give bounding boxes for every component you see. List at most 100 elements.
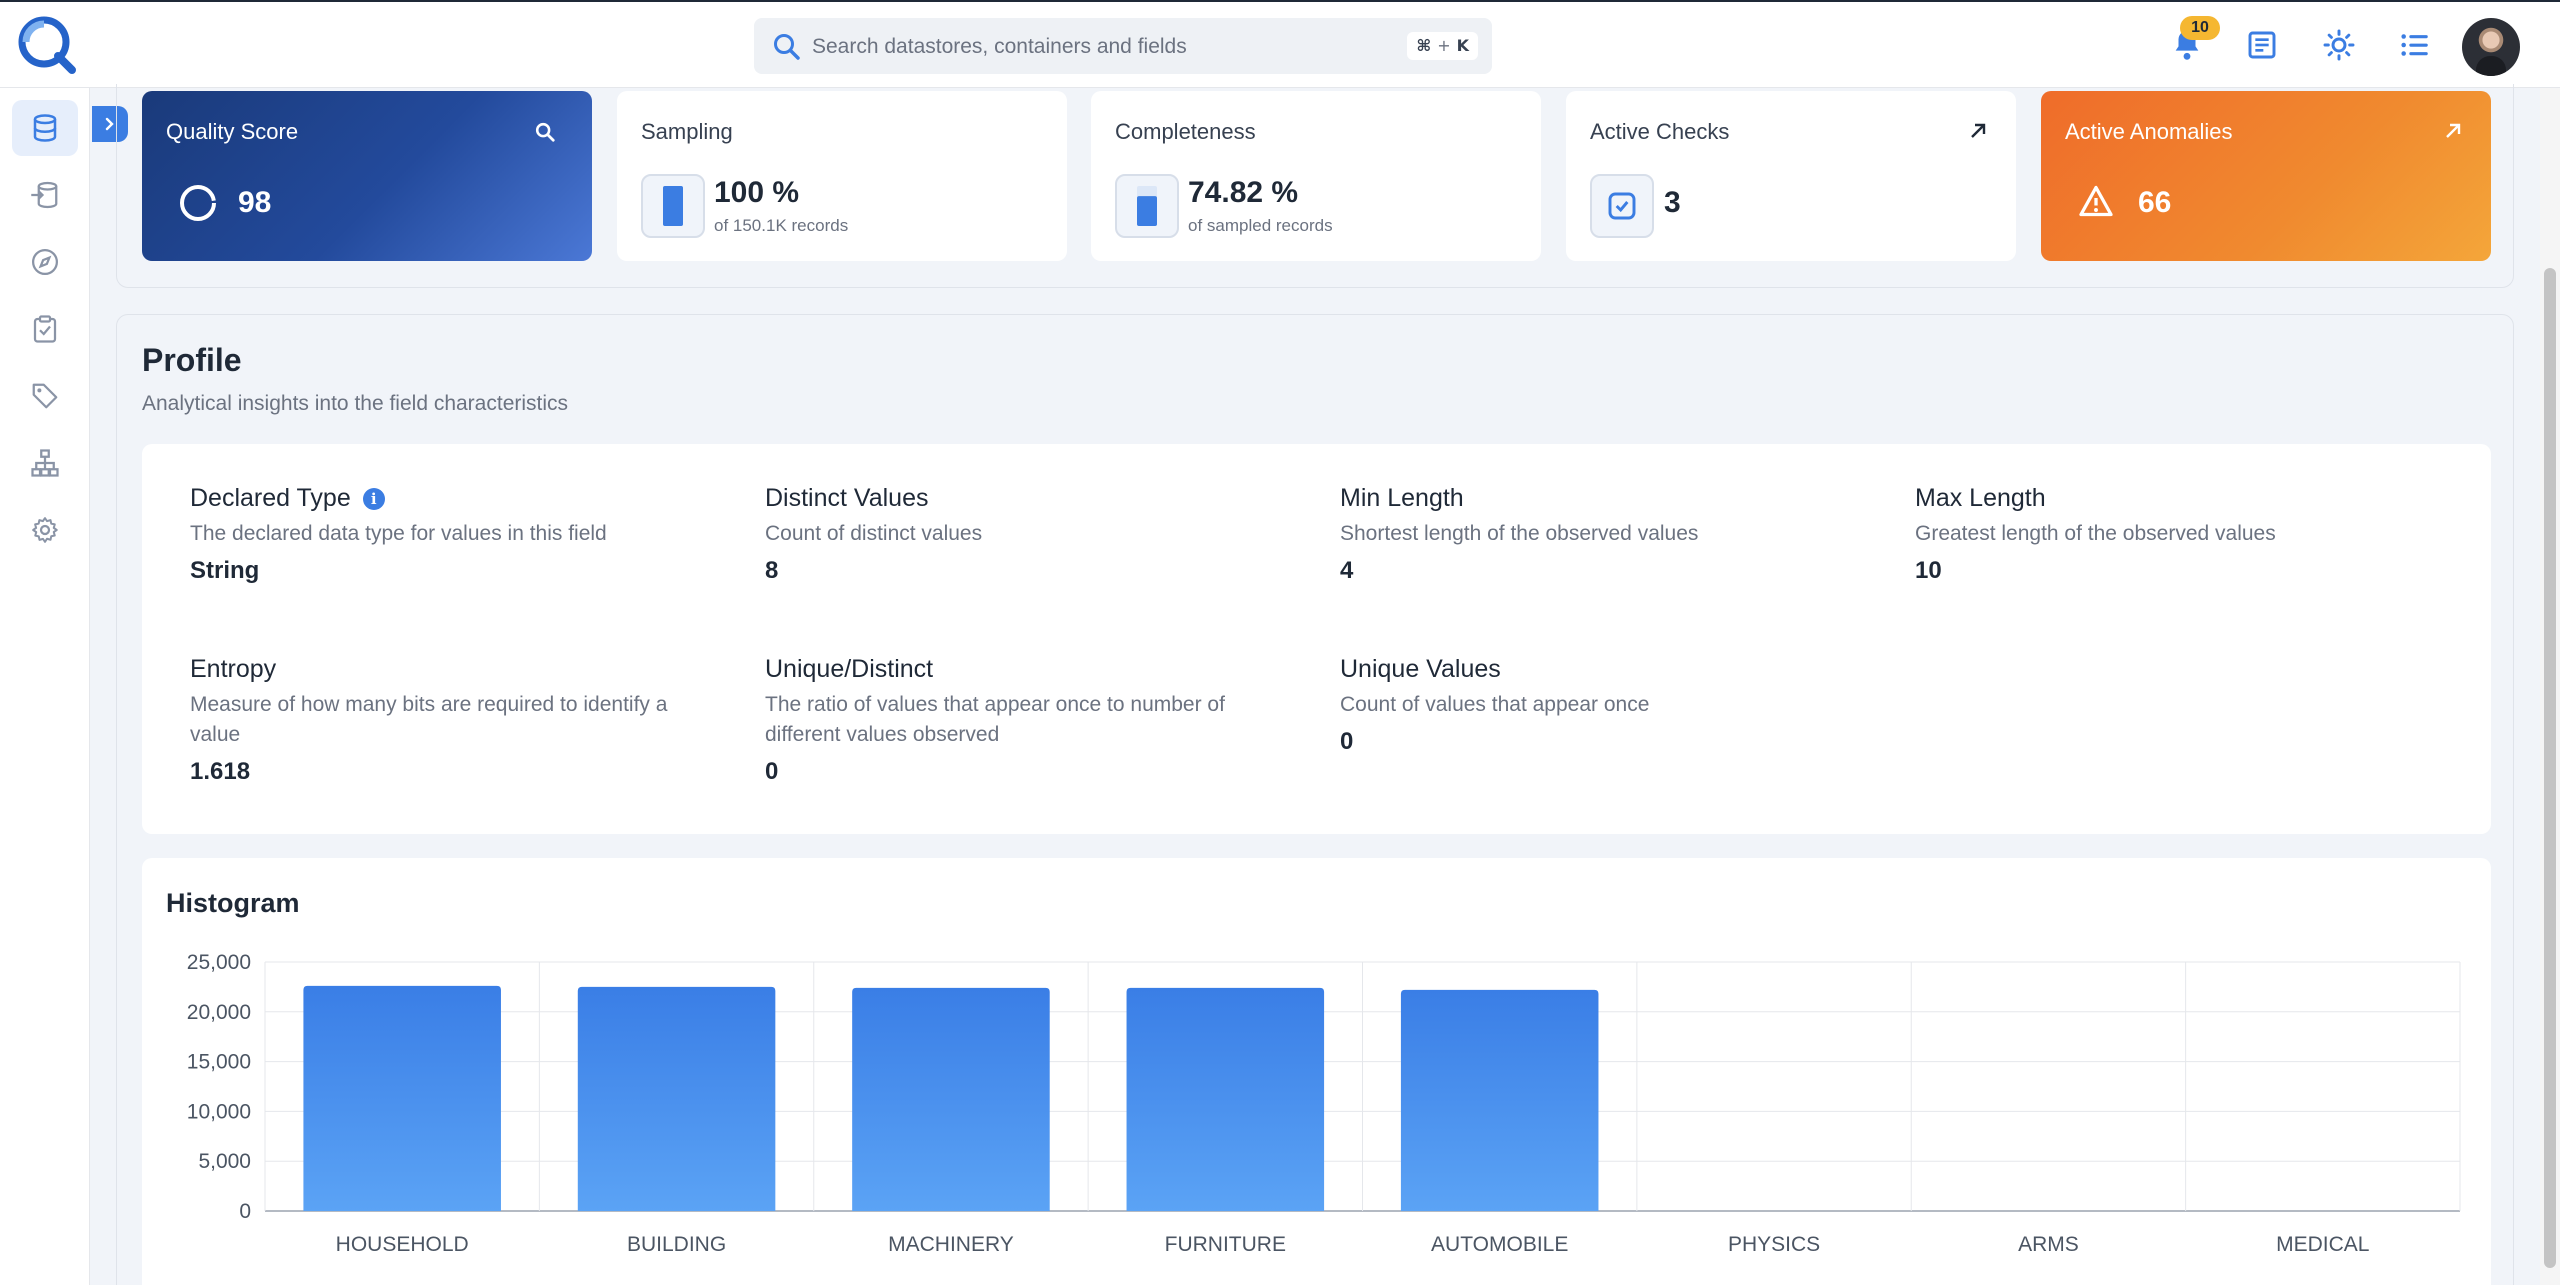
compass-icon [32, 249, 58, 275]
stat-label: Max Length [1915, 484, 2046, 512]
app-logo[interactable] [14, 12, 78, 76]
stat-description: Greatest length of the observed values [1915, 522, 2276, 545]
x-tick-label: BUILDING [627, 1233, 726, 1256]
stat-value: 0 [1340, 728, 1354, 755]
document-icon [2248, 31, 2276, 59]
histogram-bar-machinery[interactable] [852, 987, 1050, 1211]
global-search[interactable]: Search datastores, containers and fields… [754, 18, 1492, 74]
sampling-card: Sampling 100 % of 150.1K records [617, 91, 1067, 261]
stat-value: 8 [765, 557, 779, 584]
stat-description: Count of distinct values [765, 522, 983, 545]
arrow-up-right-icon[interactable] [1966, 119, 1994, 147]
stat-description: The ratio of values that appear once to … [765, 693, 1225, 746]
theme-toggle-button[interactable] [2320, 26, 2358, 64]
sampling-gauge-icon [641, 174, 705, 238]
stat-label: Distinct Values [765, 484, 929, 512]
profile-stats-card: Declared Type i The declared data type fo… [142, 444, 2491, 834]
arrow-up-right-icon[interactable] [2441, 119, 2469, 147]
completeness-sub: of sampled records [1188, 216, 1333, 235]
stat-min-length: Min Length Shortest length of the observ… [1340, 484, 1860, 585]
stat-max-length: Max Length Greatest length of the observ… [1915, 484, 2435, 585]
user-avatar[interactable] [2462, 18, 2520, 76]
active-anomalies-title: Active Anomalies [2065, 119, 2233, 144]
histogram-bar-household[interactable] [303, 985, 501, 1211]
x-tick-label: ARMS [2018, 1233, 2079, 1256]
score-ring-icon [180, 185, 216, 221]
y-tick-label: 5,000 [198, 1150, 251, 1173]
database-import-icon [31, 181, 58, 209]
tasks-button[interactable] [2396, 26, 2434, 64]
stat-label: Unique Values [1340, 655, 1501, 683]
warning-icon [2079, 185, 2113, 217]
sidebar [0, 88, 90, 1285]
stat-entropy: Entropy Measure of how many bits are req… [190, 655, 710, 786]
clipboard-check-icon [33, 315, 57, 343]
sidebar-item-checks[interactable] [12, 301, 78, 357]
stat-label: Unique/Distinct [765, 655, 934, 683]
y-tick-label: 0 [239, 1200, 251, 1223]
profile-subtitle: Analytical insights into the field chara… [142, 392, 569, 415]
database-icon [33, 114, 57, 142]
stat-label: Min Length [1340, 484, 1464, 512]
x-tick-label: HOUSEHOLD [336, 1233, 469, 1256]
stat-unique-distinct: Unique/Distinct The ratio of values that… [765, 655, 1285, 786]
completeness-title: Completeness [1115, 119, 1256, 144]
active-checks-value: 3 [1664, 186, 1681, 219]
sidebar-item-settings[interactable] [12, 502, 78, 558]
sampling-title: Sampling [641, 119, 733, 144]
scrollbar-thumb[interactable] [2544, 268, 2556, 1268]
x-tick-label: MACHINERY [888, 1233, 1014, 1256]
stat-description: Measure of how many bits are required to… [190, 693, 668, 746]
active-anomalies-card[interactable]: Active Anomalies 66 [2041, 91, 2491, 261]
stat-description: Count of values that appear once [1340, 693, 1650, 716]
check-badge-icon [1590, 174, 1654, 238]
active-checks-card[interactable]: Active Checks 3 [1566, 91, 2016, 261]
sidebar-item-lineage[interactable] [12, 435, 78, 491]
stat-label: Declared Type [190, 484, 351, 512]
search-icon [772, 32, 802, 62]
completeness-card: Completeness 74.82 % of sampled records [1091, 91, 1541, 261]
x-tick-label: AUTOMOBILE [1431, 1233, 1568, 1256]
stat-value: 1.618 [190, 758, 251, 785]
y-tick-label: 15,000 [187, 1051, 251, 1074]
quality-score-title: Quality Score [166, 119, 299, 144]
quality-score-card[interactable]: Quality Score 98 [142, 91, 592, 261]
y-tick-label: 20,000 [187, 1001, 251, 1024]
sidebar-item-flows[interactable] [12, 167, 78, 223]
y-tick-label: 25,000 [187, 951, 251, 974]
stat-distinct-values: Distinct Values Count of distinct values… [765, 484, 1285, 585]
stat-label: Entropy [190, 655, 277, 683]
sampling-sub: of 150.1K records [714, 216, 849, 235]
stat-value: 4 [1340, 557, 1354, 584]
docs-button[interactable] [2243, 26, 2281, 64]
info-icon[interactable]: i [362, 487, 385, 510]
stat-value: 0 [765, 758, 779, 785]
x-tick-label: PHYSICS [1728, 1233, 1820, 1256]
sidebar-item-explore[interactable] [12, 234, 78, 290]
histogram-bar-furniture[interactable] [1126, 987, 1325, 1211]
active-checks-title: Active Checks [1590, 119, 1730, 144]
sampling-value: 100 % [714, 176, 800, 209]
top-bar: Search datastores, containers and fields… [0, 0, 2560, 88]
y-tick-label: 10,000 [187, 1100, 251, 1123]
completeness-value: 74.82 % [1188, 176, 1299, 209]
histogram-card: Histogram 0 5,000 10,000 15,000 20,000 25,000… [142, 858, 2491, 1285]
quality-score-value: 98 [238, 186, 272, 219]
sidebar-item-datastores[interactable] [12, 100, 78, 156]
stat-description: Shortest length of the observed values [1340, 522, 1699, 545]
search-icon[interactable] [534, 121, 562, 149]
stat-declared-type: Declared Type i The declared data type fo… [190, 484, 710, 585]
notification-count-badge: 10 [2180, 16, 2220, 40]
histogram-bar-automobile[interactable] [1400, 989, 1599, 1211]
sun-icon [2323, 29, 2355, 61]
page-scrollbar[interactable] [2540, 88, 2560, 1285]
stat-description: The declared data type for values in thi… [190, 522, 607, 545]
search-input[interactable]: Search datastores, containers and fields [812, 35, 1187, 59]
stat-value: 10 [1915, 557, 1942, 584]
sidebar-item-tags[interactable] [12, 368, 78, 424]
stat-value: String [190, 557, 260, 584]
x-tick-label: FURNITURE [1165, 1233, 1286, 1256]
stat-unique-values: Unique Values Count of values that appea… [1340, 655, 1860, 756]
histogram-bar-building[interactable] [577, 986, 776, 1211]
active-anomalies-value: 66 [2138, 186, 2172, 219]
